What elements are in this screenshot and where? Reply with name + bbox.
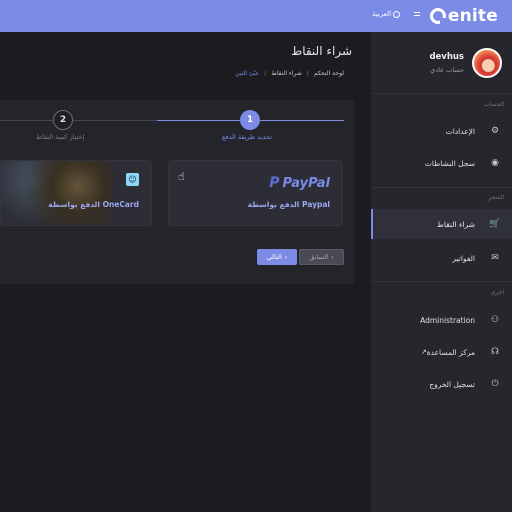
breadcrumb-item-dashboard[interactable]: لوحة التحكم [314,70,344,77]
onecard-option-label: الدفع بواسطة OneCard [48,200,139,209]
section-title-account: الحساب [483,101,504,108]
support-icon: ☊ [491,347,499,357]
logo[interactable]: enite [429,6,498,26]
gear-icon: ⚙ [490,126,500,136]
invoice-icon: ✉ [491,253,499,263]
sidebar-item-settings[interactable]: الإعدادات ⚙ [371,116,512,146]
breadcrumb-item-buy-points[interactable]: شراء النقاط [271,70,301,77]
avatar[interactable] [472,48,502,78]
logo-text: enite [447,6,498,26]
onecard-icon: ☺ [126,173,139,186]
user-role: حساب عادي [430,66,464,74]
breadcrumb-item-current: عبّئ الثين [235,70,260,77]
section-title-other: اخرى [490,289,504,296]
divider [371,281,512,282]
sidebar-item-label: مركز المساعدة [426,347,475,357]
logo-mark-icon [429,8,446,24]
cart-icon: 🛒 [489,219,501,229]
sidebar: devhus حساب عادي الحساب الإعدادات ⚙ سجل … [370,32,512,512]
sidebar-item-label: الفواتير [452,253,475,263]
next-button-label: التالي [266,253,282,261]
power-icon: ⏻ [491,379,499,389]
paypal-option-label: الدفع بواسطة Paypal [247,200,330,209]
step-1-label: تحديد طريقة الدفع [222,133,272,141]
step-2-label: إختيار كمية النقاط [36,133,85,141]
previous-button[interactable]: السابق ‹ [299,249,344,265]
divider [371,187,512,188]
paypal-option[interactable]: P PayPal الدفع بواسطة Paypal [168,160,343,226]
sidebar-item-invoices[interactable]: الفواتير ✉ [371,243,512,273]
step-line-pending [73,120,157,121]
sidebar-item-buy-points[interactable]: شراء النقاط 🛒 [371,209,512,239]
mouse-cursor-icon: ☝ [178,170,185,183]
previous-button-label: السابق [309,253,329,261]
onecard-banner-image [1,161,111,225]
paypal-icon: P [269,175,280,191]
step-line-progress [157,120,240,121]
top-bar: العربية enite [0,0,512,32]
step-2-indicator: 2 [53,110,73,130]
step-1-indicator: 1 [240,110,260,130]
sidebar-item-logout[interactable]: تسجيل الخروج ⏻ [371,369,512,399]
admin-icon: ⚇ [490,315,500,325]
step-line-pending-left [0,120,53,121]
eye-icon: ◉ [491,158,499,168]
hamburger-icon [414,12,420,13]
username: devhus [429,52,464,62]
sidebar-item-administration[interactable]: Administration ⚇ [371,305,512,335]
paypal-logo: P PayPal [269,175,330,191]
step-line-active [260,120,344,121]
sidebar-item-label: سجل النشاطات [424,158,475,168]
page-title: شراء النقاط [291,44,352,58]
chevron-right-icon: › [284,253,288,261]
language-label: العربية [372,10,392,18]
divider [371,93,512,94]
section-title-store: المتجر [488,194,504,201]
sidebar-item-label: Administration [420,315,475,325]
sidebar-item-label: الإعدادات [445,126,475,136]
menu-toggle-button[interactable] [414,12,420,18]
language-switch[interactable]: العربية [372,10,401,18]
globe-icon [393,10,401,18]
onecard-option[interactable]: ☺ الدفع بواسطة OneCard [0,160,152,226]
sidebar-item-label: شراء النقاط [436,219,475,229]
sidebar-item-help-center[interactable]: ↗ مركز المساعدة ☊ [371,337,512,367]
chevron-left-icon: ‹ [331,253,334,261]
sidebar-item-activity-log[interactable]: سجل النشاطات ◉ [371,148,512,178]
sidebar-item-label: تسجيل الخروج [429,379,475,389]
next-button[interactable]: التالي › [257,249,297,265]
breadcrumb: لوحة التحكم / شراء النقاط / عبّئ الثين [235,70,344,77]
